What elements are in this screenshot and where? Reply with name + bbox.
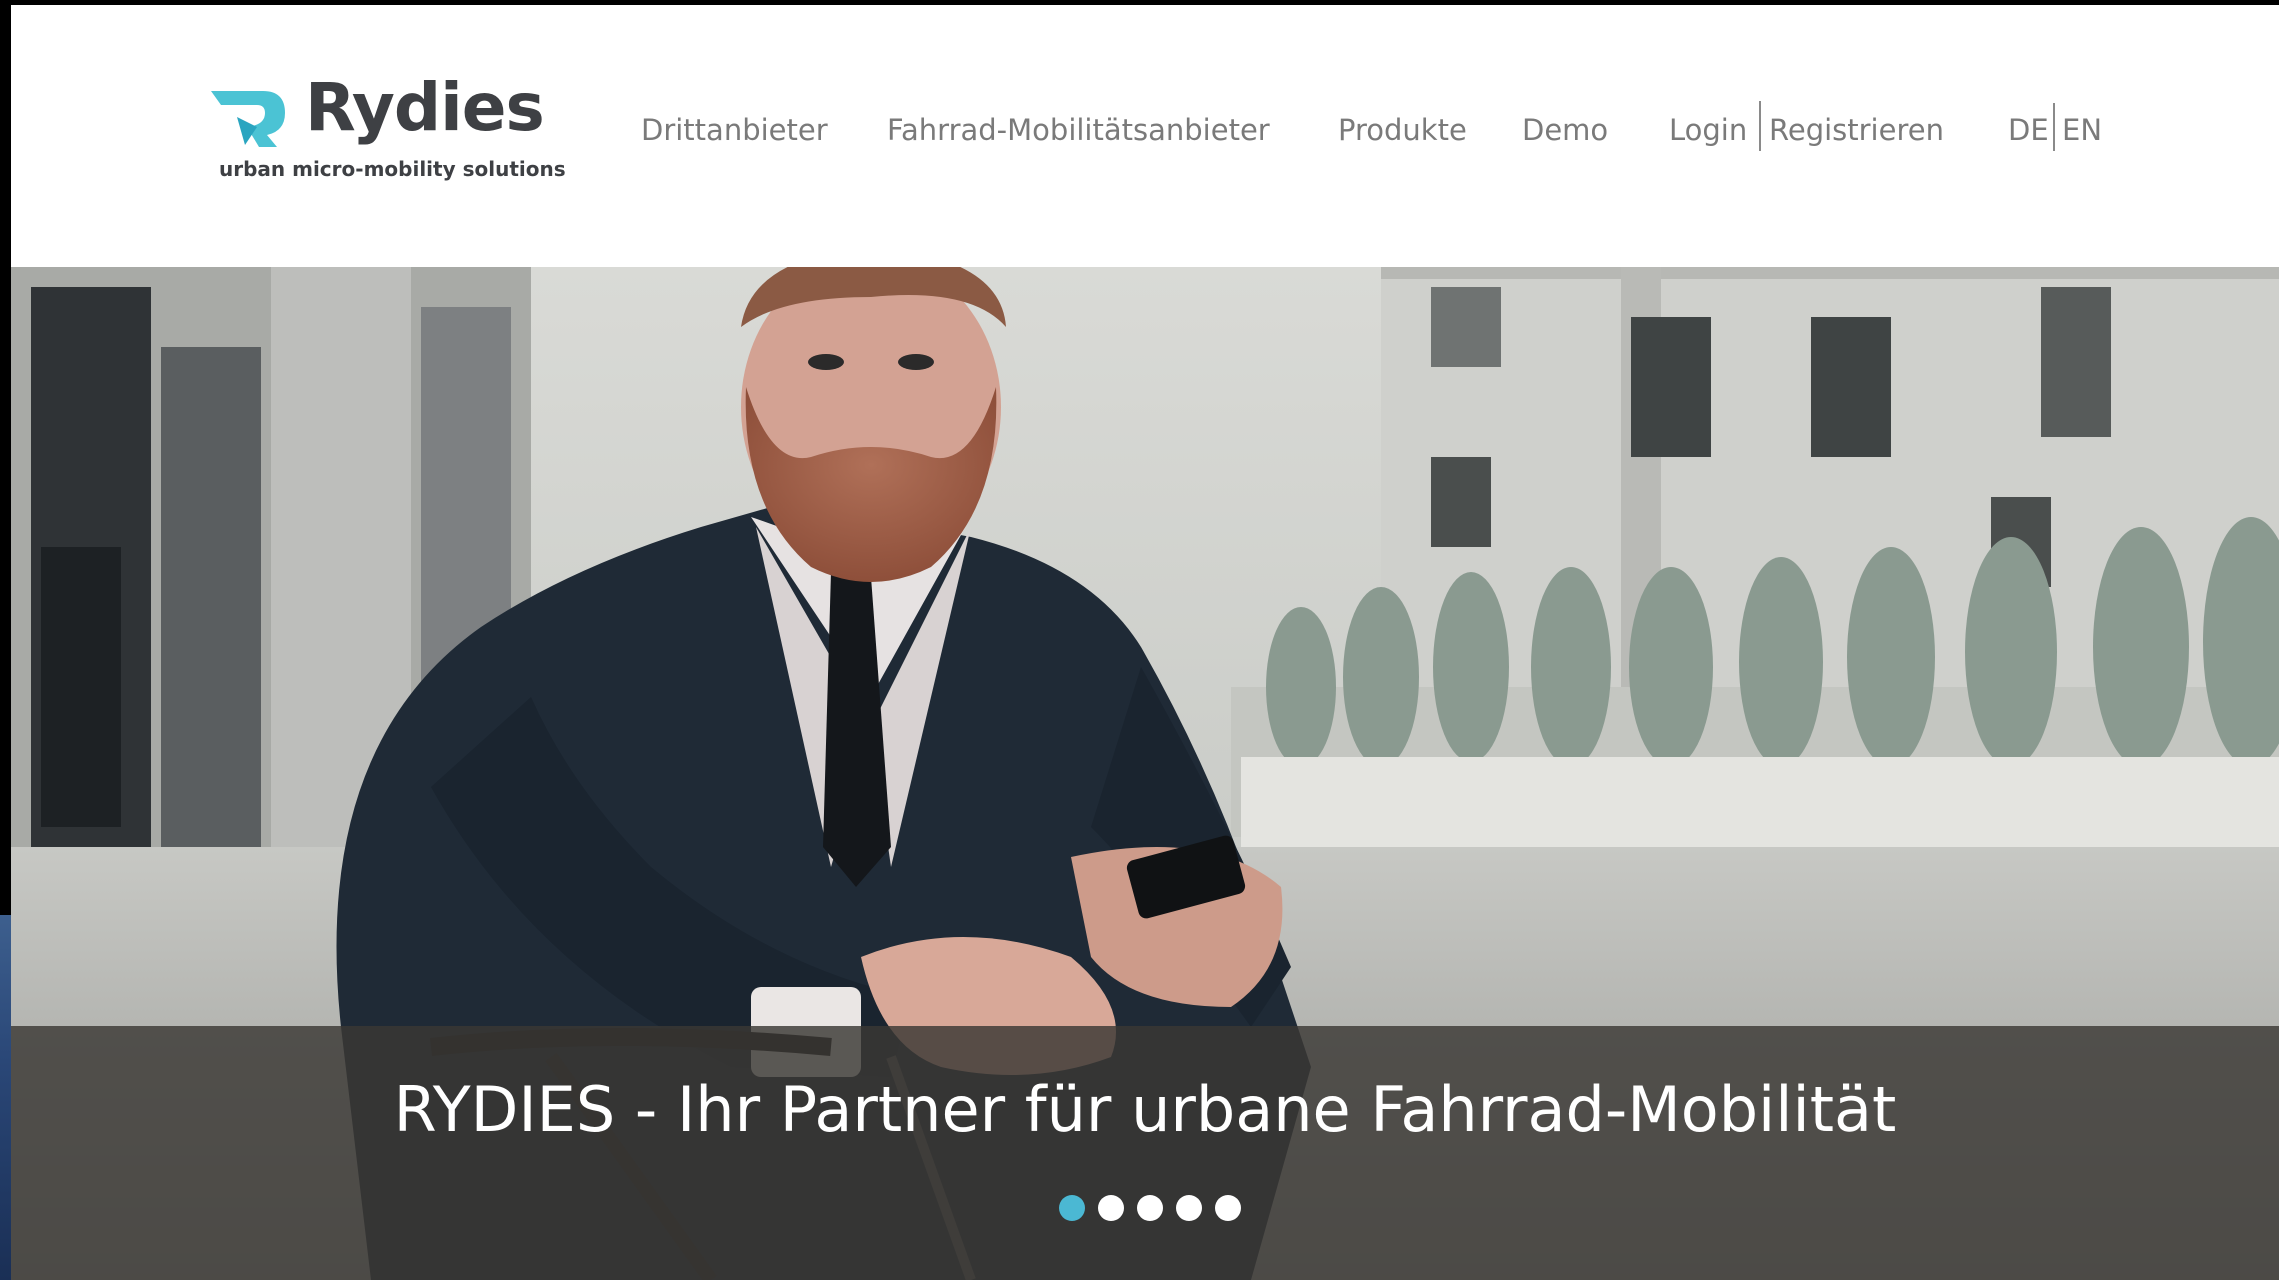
slider-dot-2[interactable]	[1098, 1195, 1124, 1221]
brand-name: Rydies	[305, 69, 545, 146]
webpage: Rydies urban micro-mobility solutions Dr…	[11, 5, 2279, 1280]
slider-dot-1[interactable]	[1059, 1195, 1085, 1221]
hero-slider: RYDIES - Ihr Partner für urbane Fahrrad-…	[11, 267, 2279, 1280]
language-divider	[2053, 103, 2055, 151]
brand-tagline: urban micro-mobility solutions	[219, 157, 566, 181]
caption-band	[11, 1026, 2279, 1280]
slider-dot-3[interactable]	[1137, 1195, 1163, 1221]
nav-drittanbieter[interactable]: Drittanbieter	[641, 105, 828, 155]
nav-fahrrad-mobilitaetsanbieter[interactable]: Fahrrad-Mobilitätsanbieter	[887, 105, 1270, 155]
nav-login[interactable]: Login	[1669, 105, 1747, 155]
nav-divider	[1759, 101, 1761, 151]
slider-dot-5[interactable]	[1215, 1195, 1241, 1221]
nav-registrieren[interactable]: Registrieren	[1769, 105, 1944, 155]
language-de[interactable]: DE	[2008, 105, 2049, 155]
logo-mark-icon	[211, 91, 285, 147]
site-header: Rydies urban micro-mobility solutions Dr…	[11, 5, 2279, 267]
window-edge	[0, 915, 11, 1280]
brand-logo[interactable]: Rydies urban micro-mobility solutions	[207, 69, 566, 187]
hero-caption: RYDIES - Ihr Partner für urbane Fahrrad-…	[393, 1073, 1897, 1146]
nav-demo[interactable]: Demo	[1522, 105, 1608, 155]
nav-produkte[interactable]: Produkte	[1338, 105, 1467, 155]
slider-dot-4[interactable]	[1176, 1195, 1202, 1221]
slider-pagination	[1059, 1195, 1241, 1225]
language-en[interactable]: EN	[2062, 105, 2102, 155]
